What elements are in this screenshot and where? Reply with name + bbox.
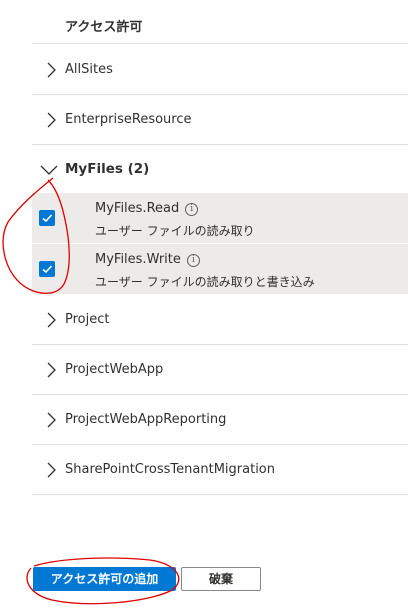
group-row-sharepointcrosstenantmigration[interactable]: SharePointCrossTenantMigration: [32, 445, 408, 494]
group-row-projectwebappreporting[interactable]: ProjectWebAppReporting: [32, 395, 408, 444]
group-row-projectwebapp[interactable]: ProjectWebApp: [32, 345, 408, 394]
chevron-right-icon: [44, 509, 56, 515]
chevron-down-icon: [40, 164, 58, 176]
group-label: EnterpriseResource: [65, 112, 192, 127]
group-label: ProjectWebAppReporting: [65, 412, 227, 427]
group-row-myfiles[interactable]: MyFiles (2): [32, 145, 408, 194]
permission-name: MyFiles.Read: [95, 201, 180, 216]
permission-checkbox-write[interactable]: [39, 261, 55, 277]
group-label: Project: [65, 312, 110, 327]
discard-button[interactable]: 破棄: [181, 567, 261, 591]
chevron-right-icon: [44, 362, 60, 378]
group-label: ProjectWebApp: [65, 362, 164, 377]
permissions-header: アクセス許可: [65, 20, 143, 35]
group-label: AllSites: [65, 62, 113, 77]
permission-name-wrap: MyFiles.Write i: [95, 252, 200, 267]
divider: [32, 43, 408, 44]
group-row-enterpriseresource[interactable]: EnterpriseResource: [32, 95, 408, 144]
permission-row-read: MyFiles.Read i ユーザー ファイルの読み取り: [32, 193, 408, 243]
info-icon[interactable]: i: [186, 254, 200, 267]
permission-name: MyFiles.Write: [95, 252, 181, 267]
permission-description: ユーザー ファイルの読み取り: [95, 224, 255, 238]
checkmark-icon: [42, 214, 53, 223]
permission-name-wrap: MyFiles.Read i: [95, 201, 199, 216]
chevron-right-icon: [44, 62, 60, 78]
permission-description: ユーザー ファイルの読み取りと書き込み: [95, 275, 315, 289]
divider: [32, 494, 408, 495]
group-row-project[interactable]: Project: [32, 295, 408, 344]
permission-row-write: MyFiles.Write i ユーザー ファイルの読み取りと書き込み: [32, 244, 408, 294]
info-icon[interactable]: i: [185, 203, 199, 216]
group-row-allsites[interactable]: AllSites: [32, 45, 408, 94]
permission-checkbox-read[interactable]: [39, 210, 55, 226]
group-label: MyFiles (2): [65, 161, 150, 177]
chevron-right-icon: [44, 412, 60, 428]
chevron-right-icon: [44, 312, 60, 328]
chevron-right-icon: [44, 462, 60, 478]
add-permissions-button[interactable]: アクセス許可の追加: [33, 567, 176, 591]
group-label: SharePointCrossTenantMigration: [65, 462, 275, 477]
chevron-right-icon: [44, 112, 60, 128]
checkmark-icon: [42, 265, 53, 274]
